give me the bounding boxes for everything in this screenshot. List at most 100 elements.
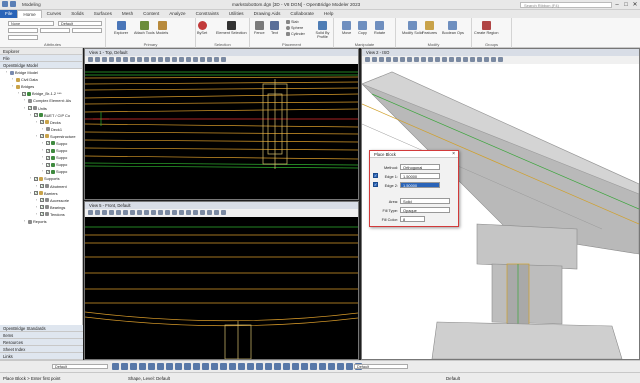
cylinder-button[interactable]: Cylinder: [286, 32, 305, 36]
expand-arrow-icon[interactable]: ›: [24, 105, 27, 112]
color-combo[interactable]: [8, 28, 38, 33]
section-items[interactable]: Items: [0, 332, 83, 339]
expand-arrow-icon[interactable]: ›: [36, 197, 39, 204]
front-view-drawing[interactable]: [85, 217, 358, 359]
modify-solid-button[interactable]: Modify Solid: [402, 21, 423, 35]
expand-arrow-icon[interactable]: ›: [30, 112, 33, 119]
rotate-button[interactable]: Rotate: [374, 21, 385, 35]
expand-arrow-icon[interactable]: ›: [24, 218, 27, 225]
tree-item[interactable]: › ✓ Accessorie: [0, 197, 82, 204]
section-links[interactable]: Links: [0, 353, 83, 360]
dialog-close-icon[interactable]: ×: [452, 151, 455, 157]
bypass-button[interactable]: BySet: [197, 21, 207, 35]
expand-arrow-icon[interactable]: ›: [42, 154, 45, 161]
close-icon[interactable]: ✕: [630, 1, 640, 9]
copy-button[interactable]: Copy: [358, 21, 367, 35]
tab-file[interactable]: File: [0, 10, 18, 18]
tab-utilities[interactable]: Utilities: [224, 10, 249, 18]
tree-item[interactable]: › ✓ Suppo: [0, 161, 82, 168]
view-display-combo[interactable]: Default: [354, 364, 408, 369]
openbridge-model-section[interactable]: OpenBridge Model: [0, 62, 82, 69]
transparency-combo[interactable]: [8, 35, 38, 40]
tree-item[interactable]: › Bridge Model: [0, 69, 82, 76]
expand-arrow-icon[interactable]: ›: [36, 183, 39, 190]
tab-content[interactable]: Content: [138, 10, 164, 18]
edge2-input[interactable]: 1.50000: [400, 182, 440, 188]
explorer-button[interactable]: Explorer: [114, 21, 128, 35]
models-button[interactable]: Models: [156, 21, 168, 35]
view-attributes-combo[interactable]: Default: [52, 364, 108, 369]
tree-item[interactable]: › Deck1: [0, 126, 82, 133]
file-section[interactable]: File: [0, 55, 82, 62]
view-5-front[interactable]: View 5 - Front, Default: [84, 201, 359, 360]
section-resources[interactable]: Resources: [0, 339, 83, 346]
expand-arrow-icon[interactable]: ›: [30, 175, 33, 182]
tree-item[interactable]: › ✓ Bearings: [0, 204, 82, 211]
view-1-toolbar[interactable]: [85, 56, 358, 64]
visibility-checkbox[interactable]: ✓: [40, 134, 44, 139]
tree-item[interactable]: › ✓ BUET / CIP Co: [0, 112, 82, 119]
boolean-ops-button[interactable]: Boolean Ops: [442, 21, 464, 35]
expand-arrow-icon[interactable]: ›: [42, 140, 45, 147]
linestyle-combo[interactable]: [72, 28, 102, 33]
element-selection-button[interactable]: Element Selection: [216, 21, 247, 35]
tab-constraints[interactable]: Constraints: [191, 10, 224, 18]
tree-item[interactable]: › ✓ Supports: [0, 175, 82, 182]
tree-item[interactable]: › ✓ Suppo: [0, 140, 82, 147]
level-combo[interactable]: None: [8, 21, 54, 26]
tab-help[interactable]: Help: [319, 10, 338, 18]
tab-solids[interactable]: Solids: [66, 10, 89, 18]
expand-arrow-icon[interactable]: ›: [36, 119, 39, 126]
move-button[interactable]: Move: [342, 21, 351, 35]
ribbon-search-input[interactable]: Search Ribbon (F4): [520, 2, 612, 8]
expand-arrow-icon[interactable]: ›: [30, 190, 33, 197]
expand-arrow-icon[interactable]: ›: [6, 69, 9, 76]
method-select[interactable]: Orthogonal: [400, 164, 440, 170]
section-openbridge-standards[interactable]: OpenBridge Standards: [0, 325, 83, 332]
visibility-checkbox[interactable]: ✓: [34, 176, 38, 181]
view-5-toolbar[interactable]: [85, 209, 358, 217]
visibility-checkbox[interactable]: ✓: [46, 169, 50, 174]
expand-arrow-icon[interactable]: ›: [24, 97, 27, 104]
tree-item[interactable]: › Complex Element: Als: [0, 97, 82, 104]
visibility-checkbox[interactable]: ✓: [34, 191, 38, 196]
expand-arrow-icon[interactable]: ›: [36, 204, 39, 211]
visibility-checkbox[interactable]: ✓: [40, 212, 44, 217]
tree-item[interactable]: › ✓ Superstructure: [0, 133, 82, 140]
tree-item[interactable]: › ✓ Decks: [0, 119, 82, 126]
view-1-top[interactable]: View 1 - Top, Default: [84, 48, 359, 200]
visibility-checkbox[interactable]: ✓: [40, 184, 44, 189]
tree-item[interactable]: › Civil Data: [0, 76, 82, 83]
tree-item[interactable]: › ✓ Suppo: [0, 154, 82, 161]
tab-curves[interactable]: Curves: [42, 10, 67, 18]
attach-tools-button[interactable]: Attach Tools: [134, 21, 155, 35]
expand-arrow-icon[interactable]: ›: [18, 90, 21, 97]
view-control-tools[interactable]: [112, 363, 362, 370]
visibility-checkbox[interactable]: ✓: [46, 155, 50, 160]
tree-item[interactable]: › Reports: [0, 218, 82, 225]
slab-button[interactable]: Slab: [286, 20, 299, 24]
fill-type-select[interactable]: Opaque: [400, 207, 450, 213]
visibility-checkbox[interactable]: ✓: [46, 141, 50, 146]
expand-arrow-icon[interactable]: ›: [36, 211, 39, 218]
workflow-label[interactable]: Modeling: [22, 2, 41, 7]
tree-item[interactable]: › ✓ Abutment: [0, 183, 82, 190]
tree-item[interactable]: › ✓ Suppo: [0, 168, 82, 175]
weight-combo[interactable]: [40, 28, 70, 33]
visibility-checkbox[interactable]: ✓: [22, 91, 26, 96]
sphere-button[interactable]: Sphere: [286, 26, 303, 30]
tree-item[interactable]: › ✓ Units: [0, 104, 82, 111]
expand-arrow-icon[interactable]: ›: [42, 147, 45, 154]
quick-access-toolbar[interactable]: [2, 1, 16, 7]
tab-home[interactable]: Home: [17, 10, 42, 18]
tree-item[interactable]: › ✓ Barriers: [0, 190, 82, 197]
visibility-checkbox[interactable]: ✓: [46, 162, 50, 167]
tree-item[interactable]: › ✓ Suppo: [0, 147, 82, 154]
fill-color-select[interactable]: 8: [400, 216, 425, 222]
tree-item[interactable]: › Bridges: [0, 83, 82, 90]
top-view-drawing[interactable]: [85, 64, 358, 199]
place-block-dialog[interactable]: Place Block × Method: Orthogonal ✓ Edge …: [369, 150, 459, 227]
expand-arrow-icon[interactable]: ›: [12, 83, 15, 90]
place-text-button[interactable]: Text: [270, 21, 279, 35]
tree-item[interactable]: › ✓ Bridge_Br-1.2 ***: [0, 90, 82, 97]
